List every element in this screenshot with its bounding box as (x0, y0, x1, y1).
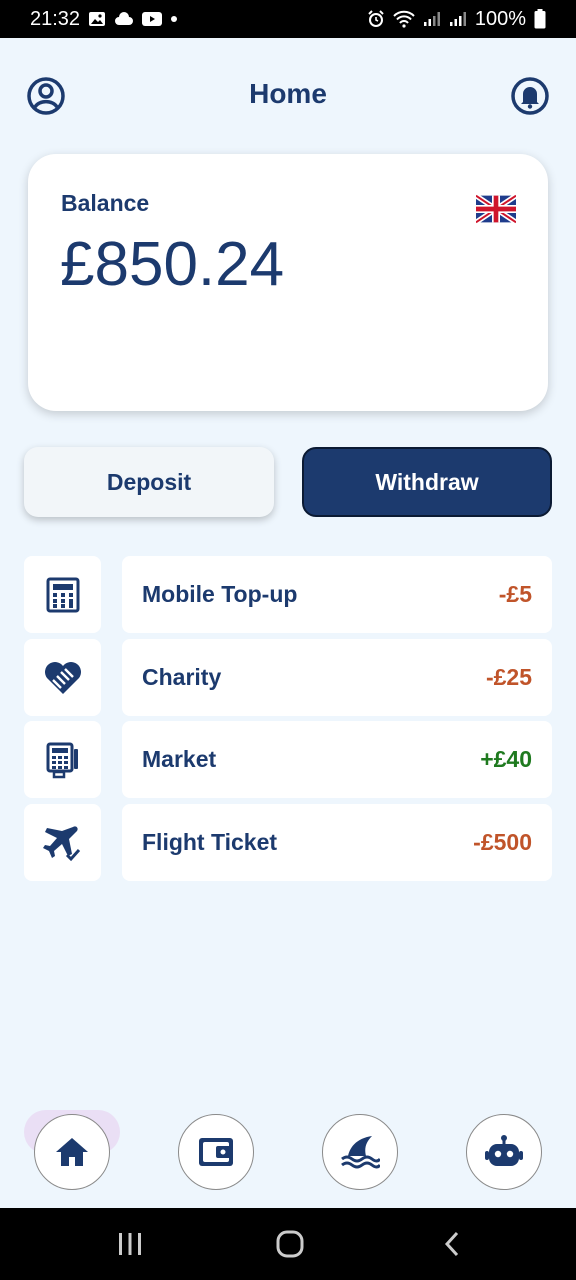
home-icon (56, 1138, 88, 1166)
cash-register-icon (46, 742, 78, 778)
back-button[interactable] (432, 1228, 472, 1260)
transaction-amount: +£40 (480, 746, 532, 772)
battery-icon (534, 9, 546, 29)
home-system-button[interactable] (270, 1228, 310, 1260)
page-title: Home (249, 78, 327, 109)
battery-text: 100% (474, 7, 526, 30)
wallet-icon (199, 1138, 233, 1166)
transaction-name: Charity (142, 664, 222, 690)
transaction-body[interactable]: Market +£40 (122, 721, 552, 798)
transaction-icon-box (24, 556, 101, 633)
status-bar: 21:32 100% (0, 0, 576, 38)
transaction-icon-box (24, 804, 101, 881)
transaction-body[interactable]: Flight Ticket -£500 (122, 804, 552, 881)
signal-icon (423, 12, 440, 26)
gallery-icon (89, 12, 106, 26)
transaction-name: Flight Ticket (142, 829, 278, 855)
notifications-button[interactable] (510, 76, 550, 116)
transaction-amount: -£5 (498, 581, 532, 607)
shark-fin-icon (341, 1136, 380, 1169)
withdraw-button[interactable]: Withdraw (302, 447, 552, 517)
recent-apps-icon (119, 1233, 141, 1255)
transaction-icon-box (24, 639, 101, 716)
header: Home (0, 38, 576, 153)
dot-icon (171, 16, 178, 22)
balance-amount: £850.24 (60, 230, 285, 299)
robot-icon (485, 1135, 523, 1166)
transaction-body[interactable]: Mobile Top-up -£5 (122, 556, 552, 633)
alarm-icon (368, 10, 384, 27)
cloud-icon (115, 12, 134, 25)
transaction-body[interactable]: Charity -£25 (122, 639, 552, 716)
transaction-row[interactable]: Mobile Top-up -£5 (24, 556, 552, 633)
balance-label: Balance (61, 190, 150, 216)
nav-wallet-button[interactable] (178, 1114, 254, 1190)
nav-robot-button[interactable] (466, 1114, 542, 1190)
signal-icon-2 (449, 12, 466, 26)
uk-flag-icon[interactable] (476, 192, 516, 226)
home-circle-icon (276, 1230, 304, 1258)
transaction-row[interactable]: Charity -£25 (24, 639, 552, 716)
transaction-icon-box (24, 721, 101, 798)
transaction-amount: -£500 (473, 829, 532, 855)
bottom-nav (0, 1110, 576, 1200)
transaction-amount: -£25 (485, 664, 532, 690)
bell-icon (511, 77, 549, 115)
transaction-name: Mobile Top-up (142, 581, 298, 607)
youtube-icon (142, 12, 163, 26)
nav-shark-button[interactable] (322, 1114, 398, 1190)
system-nav-bar (0, 1208, 576, 1280)
balance-card: Balance £850.24 (28, 154, 548, 411)
transaction-row[interactable]: Flight Ticket -£500 (24, 804, 552, 881)
calculator-icon (46, 577, 79, 612)
back-chevron-icon (444, 1231, 459, 1257)
plane-check-icon (42, 825, 80, 861)
deposit-button[interactable]: Deposit (24, 447, 274, 517)
heart-handshake-icon (44, 661, 81, 694)
wifi-icon (393, 10, 415, 28)
transaction-row[interactable]: Market +£40 (24, 721, 552, 798)
transaction-name: Market (142, 746, 217, 772)
recent-apps-button[interactable] (110, 1228, 150, 1260)
nav-home-button[interactable] (34, 1114, 110, 1190)
status-time: 21:32 (30, 7, 81, 30)
